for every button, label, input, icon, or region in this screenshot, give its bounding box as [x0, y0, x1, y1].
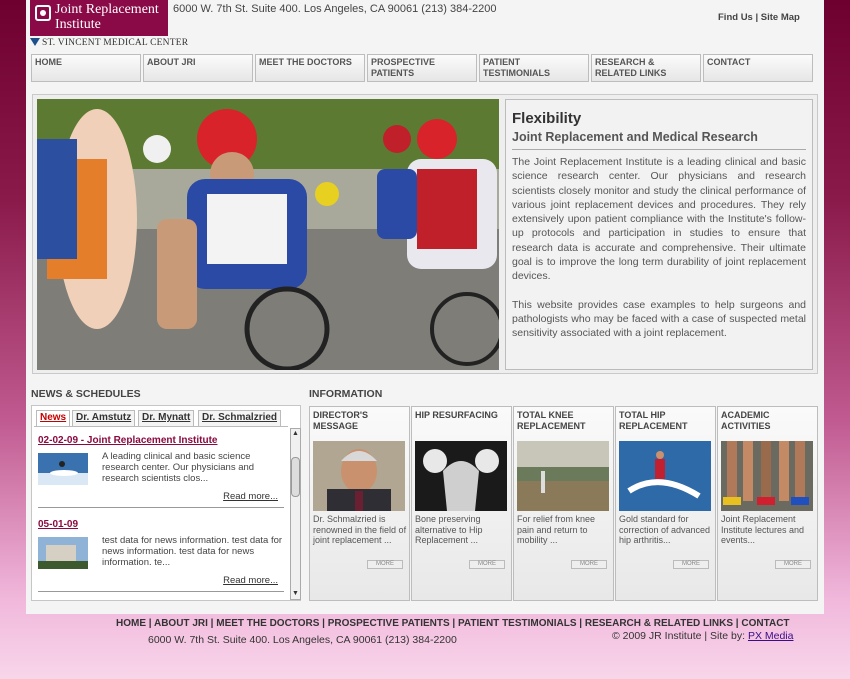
info-card-image-director[interactable]: [313, 441, 405, 511]
scroll-up-icon[interactable]: ▲: [291, 429, 300, 439]
footer-nav: HOME | ABOUT JRI | MEET THE DOCTORS | PR…: [116, 618, 790, 629]
scroll-down-icon[interactable]: ▼: [291, 589, 300, 599]
info-card-image-waterski[interactable]: [619, 441, 711, 511]
hero-illustration: [37, 99, 499, 370]
info-card-directors-message[interactable]: DIRECTOR'S MESSAGE Dr. Schmalzried is re…: [309, 406, 410, 601]
info-card-total-knee[interactable]: TOTAL KNEE REPLACEMENT For relief from k…: [513, 406, 614, 601]
logo-icon: [35, 5, 51, 21]
runners-image: [721, 441, 813, 511]
logo-subtitle: ST. VINCENT MEDICAL CENTER: [30, 38, 188, 48]
news-item-text: A leading clinical and basic science res…: [102, 451, 255, 484]
news-list: 02-02-09 - Joint Replacement Institute A…: [34, 426, 288, 600]
list-item: 02-02-09 - Joint Replacement Institute A…: [38, 435, 284, 515]
waterski-image: [619, 441, 711, 511]
nav-home[interactable]: HOME: [31, 54, 141, 82]
tab-dr-mynatt[interactable]: Dr. Mynatt: [138, 410, 195, 426]
nav-about-jri[interactable]: ABOUT JRI: [143, 54, 253, 82]
nav-prospective-patients[interactable]: PROSPECTIVE PATIENTS: [367, 54, 477, 82]
feature-paragraph-1: The Joint Replacement Institute is a lea…: [512, 156, 806, 283]
scroll-thumb[interactable]: [291, 457, 300, 497]
more-button[interactable]: MORE: [775, 560, 811, 569]
news-thumbnail-surfer[interactable]: [38, 453, 88, 485]
more-button[interactable]: MORE: [673, 560, 709, 569]
page-container: Joint Replacement Institute ST. VINCENT …: [26, 0, 824, 614]
more-button[interactable]: MORE: [469, 560, 505, 569]
info-card-image-beach[interactable]: [517, 441, 609, 511]
logo-subtitle-text: ST. VINCENT MEDICAL CENTER: [42, 38, 189, 48]
main-nav: HOME ABOUT JRI MEET THE DOCTORS PROSPECT…: [31, 54, 815, 82]
info-card-title: DIRECTOR'S MESSAGE: [313, 410, 368, 431]
nav-patient-testimonials[interactable]: PATIENT TESTIMONIALS: [479, 54, 589, 82]
info-card-image-xray[interactable]: [415, 441, 507, 511]
footer-link-home[interactable]: HOME: [116, 618, 146, 629]
list-item: 05-01-09 test data for news information.…: [38, 519, 284, 599]
beach-image: [517, 441, 609, 511]
info-card-text: Joint Replacement Institute lectures and…: [721, 514, 805, 545]
nav-research-links[interactable]: RESEARCH & RELATED LINKS: [591, 54, 701, 82]
footer-link-prospective-patients[interactable]: PROSPECTIVE PATIENTS: [328, 618, 450, 629]
triangle-icon: [30, 38, 40, 46]
header-address: 6000 W. 7th St. Suite 400. Los Angeles, …: [173, 3, 497, 15]
feature-title: Flexibility: [512, 110, 582, 127]
news-divider: [38, 591, 284, 592]
news-scrollbar[interactable]: ▲ ▼: [290, 428, 301, 600]
read-more-link[interactable]: Read more...: [223, 491, 278, 502]
news-item-text: test data for news information. test dat…: [102, 535, 283, 568]
header-links: Find Us | Site Map: [718, 12, 800, 23]
tab-dr-schmalzried[interactable]: Dr. Schmalzried: [198, 410, 282, 426]
read-more-link[interactable]: Read more...: [223, 575, 278, 586]
news-item-title[interactable]: 05-01-09: [38, 519, 284, 530]
news-panel: News Dr. Amstutz Dr. Mynatt Dr. Schmalzr…: [31, 405, 301, 601]
info-card-text: Gold standard for correction of advanced…: [619, 514, 711, 545]
more-button[interactable]: MORE: [571, 560, 607, 569]
info-card-title: ACADEMIC ACTIVITIES: [721, 410, 771, 431]
header-link-separator: |: [752, 12, 761, 23]
px-media-link[interactable]: PX Media: [748, 630, 794, 642]
footer-address: 6000 W. 7th St. Suite 400. Los Angeles, …: [148, 634, 457, 646]
feature-paragraph-2: This website provides case examples to h…: [512, 298, 806, 340]
info-card-title: TOTAL KNEE REPLACEMENT: [517, 410, 586, 431]
logo-text: Joint Replacement Institute: [55, 2, 159, 32]
nav-meet-the-doctors[interactable]: MEET THE DOCTORS: [255, 54, 365, 82]
tab-dr-amstutz[interactable]: Dr. Amstutz: [72, 410, 136, 426]
xray-image: [415, 441, 507, 511]
find-us-link[interactable]: Find Us: [718, 12, 753, 23]
footer-link-research-links[interactable]: RESEARCH & RELATED LINKS: [585, 618, 733, 629]
feature-panel: Flexibility Joint Replacement and Medica…: [32, 94, 818, 374]
footer-link-patient-testimonials[interactable]: PATIENT TESTIMONIALS: [458, 618, 577, 629]
copyright-text: © 2009 JR Institute | Site by:: [612, 630, 748, 642]
hero-image-cyclists: [37, 99, 499, 370]
info-card-title: TOTAL HIP REPLACEMENT: [619, 410, 688, 431]
footer-copyright: © 2009 JR Institute | Site by: PX Media: [612, 630, 793, 642]
feature-subtitle: Joint Replacement and Medical Research: [512, 130, 806, 150]
info-card-text: Bone preserving alternative to Hip Repla…: [415, 514, 483, 545]
info-card-total-hip[interactable]: TOTAL HIP REPLACEMENT Gold standard for …: [615, 406, 716, 601]
info-card-academic-activities[interactable]: ACADEMIC ACTIVITIES Joint Replacement In…: [717, 406, 818, 601]
footer-link-meet-the-doctors[interactable]: MEET THE DOCTORS: [216, 618, 319, 629]
news-thumbnail-image: [38, 537, 88, 569]
footer-link-contact[interactable]: CONTACT: [741, 618, 789, 629]
information-heading: INFORMATION: [309, 388, 383, 400]
news-thumbnail-image: [38, 453, 88, 485]
news-thumbnail-building[interactable]: [38, 537, 88, 569]
footer-link-about-jri[interactable]: ABOUT JRI: [154, 618, 208, 629]
nav-contact[interactable]: CONTACT: [703, 54, 813, 82]
tab-news[interactable]: News: [36, 410, 71, 426]
info-card-title: HIP RESURFACING: [415, 410, 498, 420]
info-card-image-runners[interactable]: [721, 441, 813, 511]
news-divider: [38, 507, 284, 508]
more-button[interactable]: MORE: [367, 560, 403, 569]
feature-text-panel: Flexibility Joint Replacement and Medica…: [505, 99, 813, 370]
info-card-hip-resurfacing[interactable]: HIP RESURFACING Bone preserving alternat…: [411, 406, 512, 601]
info-card-text: Dr. Schmalzried is renowned in the field…: [313, 514, 407, 545]
info-card-text: For relief from knee pain and return to …: [517, 514, 596, 545]
news-heading: NEWS & SCHEDULES: [31, 388, 141, 400]
news-item-title[interactable]: 02-02-09 - Joint Replacement Institute: [38, 435, 284, 446]
director-photo: [313, 441, 405, 511]
site-map-link[interactable]: Site Map: [761, 12, 800, 23]
site-logo[interactable]: Joint Replacement Institute: [30, 0, 168, 36]
